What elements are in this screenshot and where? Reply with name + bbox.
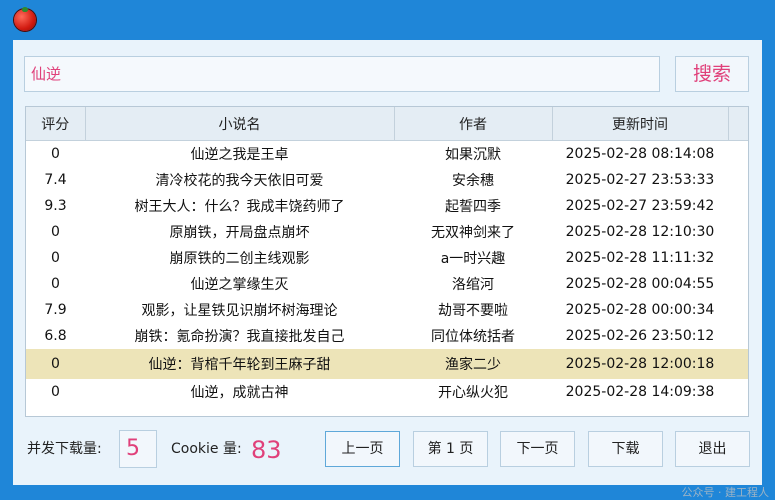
cell-title: 仙逆，成就古神 — [190, 385, 289, 401]
app-window: 仙逆 搜索 评分 小说名 作者 更新时间 0 仙逆之我是王卓 如果沉默 2025-02… — [0, 0, 775, 500]
cell-updated: 2025-02-28 12:10:30 — [565, 224, 715, 240]
cell-author: 如果沉默 — [445, 147, 501, 163]
cell-title: 仙逆之掌缘生灭 — [190, 277, 289, 293]
cell-score: 7.4 — [44, 172, 67, 188]
cell-author: 无双神剑来了 — [431, 225, 515, 241]
cell-title: 树王大人：什么？我成丰饶药师了 — [134, 199, 345, 215]
cell-updated: 2025-02-28 08:14:08 — [565, 146, 715, 162]
cell-updated: 2025-02-26 23:50:12 — [565, 328, 715, 344]
header-score[interactable]: 评分 — [26, 107, 86, 141]
cookie-count: 83 — [251, 436, 282, 464]
download-button[interactable]: 下载 — [588, 431, 663, 467]
table-row[interactable]: 0 仙逆：背棺千年轮到王麻子甜 渔家二少 2025-02-28 12:00:18 — [26, 349, 748, 379]
title-bar — [0, 0, 775, 40]
table-row[interactable]: 0 原崩铁，开局盘点崩坏 无双神剑来了 2025-02-28 12:10:30 — [26, 219, 748, 245]
tomato-app-icon — [14, 7, 36, 31]
cell-title: 崩原铁的二创主线观影 — [169, 251, 310, 267]
cell-author: 渔家二少 — [394, 349, 552, 379]
table-header-row: 评分 小说名 作者 更新时间 — [26, 107, 748, 141]
table-row[interactable]: 6.8 崩铁：氪命扮演？我直接批发自己 同位体统括者 2025-02-26 23:50… — [26, 323, 748, 349]
table-row[interactable]: 7.9 观影，让星铁见识崩坏树海理论 劫哥不要啦 2025-02-28 00:00:3… — [26, 297, 748, 323]
cell-title: 观影，让星铁见识崩坏树海理论 — [141, 303, 338, 319]
cell-author: 劫哥不要啦 — [438, 303, 508, 319]
cell-author: a一时兴趣 — [440, 251, 506, 267]
main-panel: 仙逆 搜索 评分 小说名 作者 更新时间 0 仙逆之我是王卓 如果沉默 2025-02… — [13, 40, 762, 485]
cell-updated: 2025-02-28 11:11:32 — [565, 250, 715, 266]
prev-page-button[interactable]: 上一页 — [325, 431, 400, 467]
results-table[interactable]: 评分 小说名 作者 更新时间 0 仙逆之我是王卓 如果沉默 2025-02-28 08… — [25, 106, 749, 417]
header-author[interactable]: 作者 — [394, 107, 553, 141]
cell-filler — [728, 349, 748, 379]
table-row[interactable]: 0 崩原铁的二创主线观影 a一时兴趣 2025-02-28 11:11:32 — [26, 245, 748, 271]
cell-score: 7.9 — [44, 302, 67, 318]
cell-author: 洛绾河 — [452, 277, 494, 293]
table-row[interactable]: 0 仙逆之掌缘生灭 洛绾河 2025-02-28 00:04:55 — [26, 271, 748, 297]
table-row[interactable]: 0 仙逆之我是王卓 如果沉默 2025-02-28 08:14:08 — [26, 141, 748, 168]
cell-score: 6.8 — [44, 328, 67, 344]
cell-score: 0 — [51, 276, 60, 292]
cookie-label: Cookie 量: — [171, 441, 242, 457]
cell-title: 原崩铁，开局盘点崩坏 — [169, 225, 310, 241]
header-updated[interactable]: 更新时间 — [552, 107, 729, 141]
cell-score: 0 — [51, 224, 60, 240]
next-page-button[interactable]: 下一页 — [500, 431, 575, 467]
cell-filler — [728, 323, 748, 349]
cell-filler — [728, 141, 748, 168]
cell-score: 0 — [26, 349, 85, 379]
cell-author: 安余穗 — [452, 173, 494, 189]
cell-filler — [728, 219, 748, 245]
cell-updated: 2025-02-28 14:09:38 — [565, 384, 715, 400]
search-button[interactable]: 搜索 — [675, 56, 749, 92]
cell-score: 0 — [51, 250, 60, 266]
cell-title: 仙逆之我是王卓 — [190, 147, 289, 163]
cell-title: 仙逆：背棺千年轮到王麻子甜 — [85, 349, 394, 379]
search-input[interactable]: 仙逆 — [24, 56, 660, 92]
cell-updated: 2025-02-28 12:00:18 — [552, 349, 728, 379]
cell-score: 0 — [51, 384, 60, 400]
page-indicator-button[interactable]: 第 1 页 — [413, 431, 488, 467]
cell-updated: 2025-02-28 00:04:55 — [565, 276, 715, 292]
cell-title: 崩铁：氪命扮演？我直接批发自己 — [134, 329, 345, 345]
concurrency-input[interactable]: 5 — [119, 430, 157, 468]
header-filler — [728, 107, 748, 141]
cell-score: 0 — [51, 146, 60, 162]
cell-updated: 2025-02-28 00:00:34 — [565, 302, 715, 318]
cell-author: 开心纵火犯 — [438, 385, 508, 401]
cell-filler — [728, 245, 748, 271]
cell-updated: 2025-02-27 23:59:42 — [565, 198, 715, 214]
table-row[interactable]: 0 仙逆，成就古神 开心纵火犯 2025-02-28 14:09:38 — [26, 379, 748, 405]
table-row[interactable]: 9.3 树王大人：什么？我成丰饶药师了 起誓四季 2025-02-27 23:59:4… — [26, 193, 748, 219]
cell-score: 9.3 — [44, 198, 67, 214]
cell-filler — [728, 379, 748, 405]
cell-updated: 2025-02-27 23:53:33 — [565, 172, 715, 188]
footer-bar: 并发下载量: 5 Cookie 量: 83 上一页 第 1 页 下一页 下载 退… — [13, 430, 762, 470]
cell-filler — [728, 167, 748, 193]
table-row[interactable]: 7.4 清冷校花的我今天依旧可爱 安余穗 2025-02-27 23:53:33 — [26, 167, 748, 193]
cell-title: 清冷校花的我今天依旧可爱 — [155, 173, 324, 189]
header-title[interactable]: 小说名 — [85, 107, 395, 141]
cell-author: 起誓四季 — [445, 199, 501, 215]
cell-filler — [728, 297, 748, 323]
exit-button[interactable]: 退出 — [675, 431, 750, 467]
cell-filler — [728, 193, 748, 219]
cell-author: 同位体统括者 — [431, 329, 515, 345]
cell-filler — [728, 271, 748, 297]
watermark-text: 公众号 · 建工程人 — [681, 486, 770, 499]
concurrency-label: 并发下载量: — [27, 441, 102, 457]
